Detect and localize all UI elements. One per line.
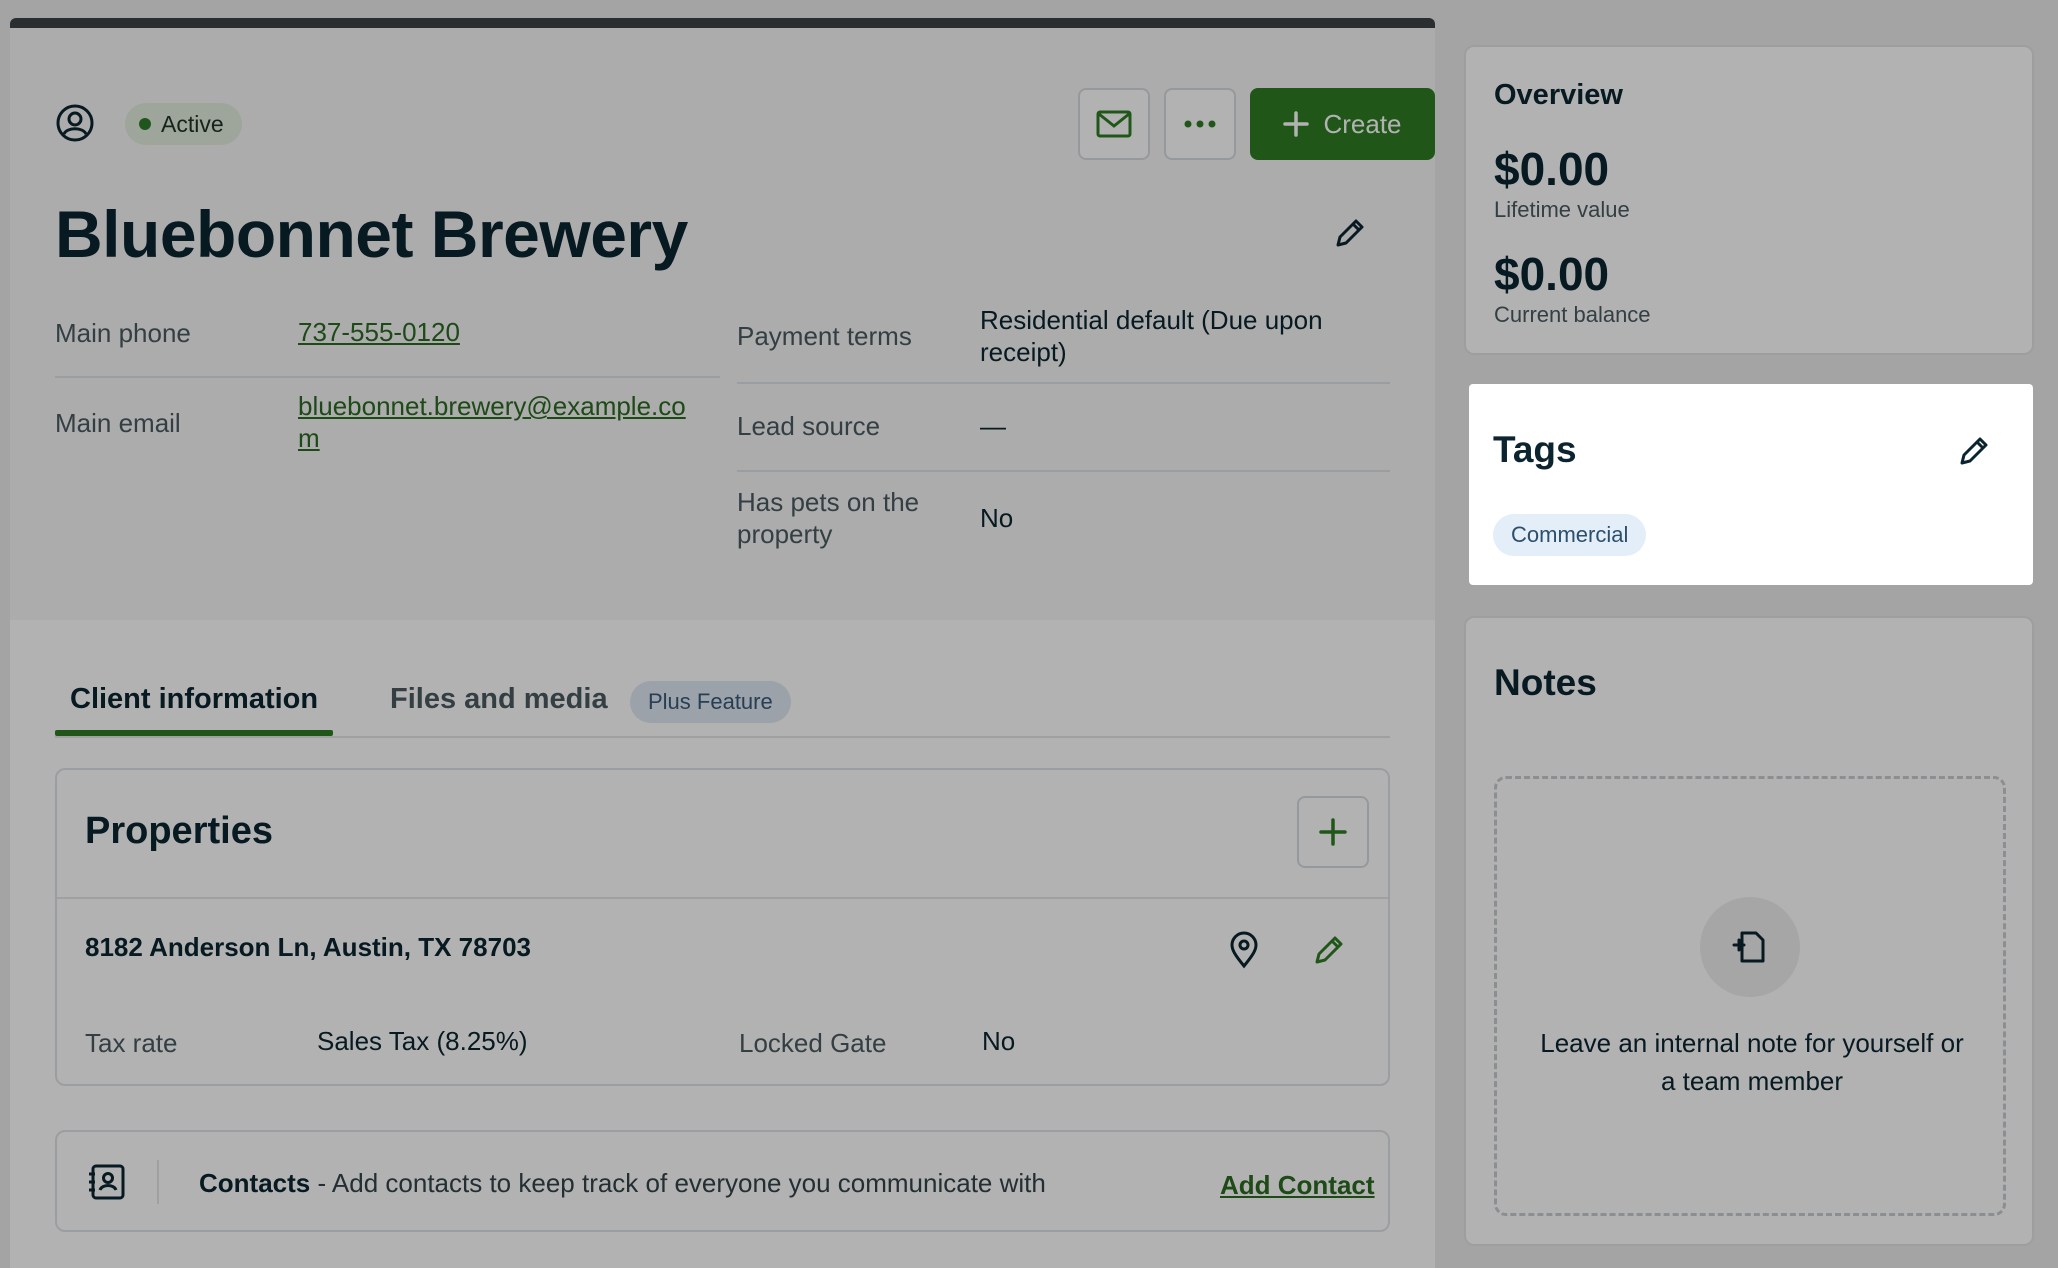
pencil-icon: [1336, 219, 1364, 247]
overview-card: Overview $0.00 Lifetime value $0.00 Curr…: [1464, 45, 2034, 355]
tags-card: Tags Commercial: [1469, 384, 2033, 585]
pets-label-line2: property: [737, 519, 833, 549]
payment-terms-line2: receipt): [980, 337, 1067, 367]
plus-icon: [1319, 818, 1347, 846]
main-email-link[interactable]: bluebonnet.brewery@example.co m: [298, 390, 686, 454]
add-note-button[interactable]: [1700, 897, 1800, 997]
payment-terms-label: Payment terms: [737, 321, 912, 351]
notes-empty-message: Leave an internal note for yourself or a…: [1517, 1024, 1987, 1100]
contacts-hint: - Add contacts to keep track of everyone…: [310, 1168, 1046, 1198]
plus-icon: [1283, 111, 1310, 137]
new-note-icon: [1732, 931, 1765, 963]
tax-rate-label: Tax rate: [85, 1028, 178, 1058]
notes-card: Notes Leave an internal note for yoursel…: [1464, 616, 2034, 1246]
current-balance-label: Current balance: [1494, 302, 1651, 327]
contacts-description: Contacts - Add contacts to keep track of…: [199, 1168, 1046, 1199]
plus-feature-badge: Plus Feature: [630, 681, 791, 723]
tag-chip-commercial[interactable]: Commercial: [1493, 514, 1647, 556]
tags-title: Tags: [1493, 429, 1577, 470]
main-email-label: Main email: [55, 408, 181, 438]
edit-property-button[interactable]: [1307, 928, 1351, 972]
properties-title: Properties: [85, 810, 273, 852]
status-label: Active: [161, 110, 224, 137]
divider: [57, 897, 1388, 899]
notes-title: Notes: [1494, 662, 1597, 703]
top-bar: [10, 18, 1435, 28]
status-dot-icon: [139, 118, 151, 130]
page-title: Bluebonnet Brewery: [55, 197, 688, 271]
lifetime-value-label: Lifetime value: [1494, 197, 1630, 222]
more-dots-icon: [1184, 120, 1216, 128]
client-page: Active Create Bluebonnet Brewery Main ph…: [0, 0, 2058, 1268]
add-property-button[interactable]: [1297, 796, 1369, 868]
pets-label: Has pets on the property: [737, 486, 919, 550]
tabs-divider: [55, 736, 1390, 738]
pets-value: No: [980, 503, 1014, 533]
pencil-icon: [1960, 437, 1988, 465]
divider: [737, 470, 1390, 472]
header-actions-row: Active Create: [55, 88, 1435, 160]
payment-terms-line1: Residential default (Due upon: [980, 305, 1323, 335]
map-pin-button[interactable]: [1222, 928, 1266, 972]
edit-tags-button[interactable]: [1949, 426, 1999, 476]
current-balance-amount: $0.00: [1494, 248, 1610, 300]
lifetime-value-amount: $0.00: [1494, 143, 1610, 195]
tax-rate-value: Sales Tax (8.25%): [317, 1026, 528, 1056]
main-email-line2: m: [298, 423, 320, 453]
envelope-icon: [1096, 110, 1132, 138]
divider: [737, 382, 1390, 384]
payment-terms-value: Residential default (Due upon receipt): [980, 304, 1323, 368]
create-button-label: Create: [1323, 108, 1402, 139]
property-address: 8182 Anderson Ln, Austin, TX 78703: [85, 932, 531, 962]
lead-source-value: —: [980, 411, 1006, 441]
main-email-line1: bluebonnet.brewery@example.co: [298, 391, 686, 421]
client-main-card: Active Create Bluebonnet Brewery Main ph…: [10, 18, 1435, 1268]
lead-source-label: Lead source: [737, 411, 881, 441]
add-contact-link[interactable]: Add Contact: [1220, 1170, 1375, 1201]
tab-client-information[interactable]: Client information: [70, 683, 318, 716]
pets-label-line1: Has pets on the: [737, 487, 920, 517]
email-button[interactable]: [1078, 88, 1150, 160]
divider: [55, 376, 720, 378]
contacts-title: Contacts: [199, 1168, 311, 1198]
create-button[interactable]: Create: [1250, 88, 1435, 160]
tab-files-and-media[interactable]: Files and media: [390, 683, 608, 716]
notes-empty-line2: a team member: [1660, 1066, 1844, 1096]
main-phone-label: Main phone: [55, 318, 191, 348]
map-pin-icon: [1230, 931, 1258, 969]
client-person-icon: [55, 103, 95, 143]
notes-dropzone[interactable]: Leave an internal note for yourself or a…: [1494, 776, 2006, 1216]
overview-title: Overview: [1494, 79, 1623, 111]
status-badge: Active: [125, 103, 242, 145]
edit-client-button[interactable]: [1325, 208, 1375, 258]
divider: [157, 1160, 159, 1204]
contacts-card: Contacts - Add contacts to keep track of…: [55, 1130, 1390, 1232]
notes-empty-line1: Leave an internal note for yourself or: [1540, 1028, 1964, 1058]
properties-card: Properties 8182 Anderson Ln, Austin, TX …: [55, 768, 1390, 1086]
locked-gate-label: Locked Gate: [739, 1028, 887, 1058]
pencil-icon: [1315, 936, 1343, 964]
contacts-book-icon: [87, 1162, 127, 1202]
main-phone-link[interactable]: 737-555-0120: [298, 316, 460, 348]
locked-gate-value: No: [982, 1026, 1016, 1056]
more-actions-button[interactable]: [1164, 88, 1236, 160]
